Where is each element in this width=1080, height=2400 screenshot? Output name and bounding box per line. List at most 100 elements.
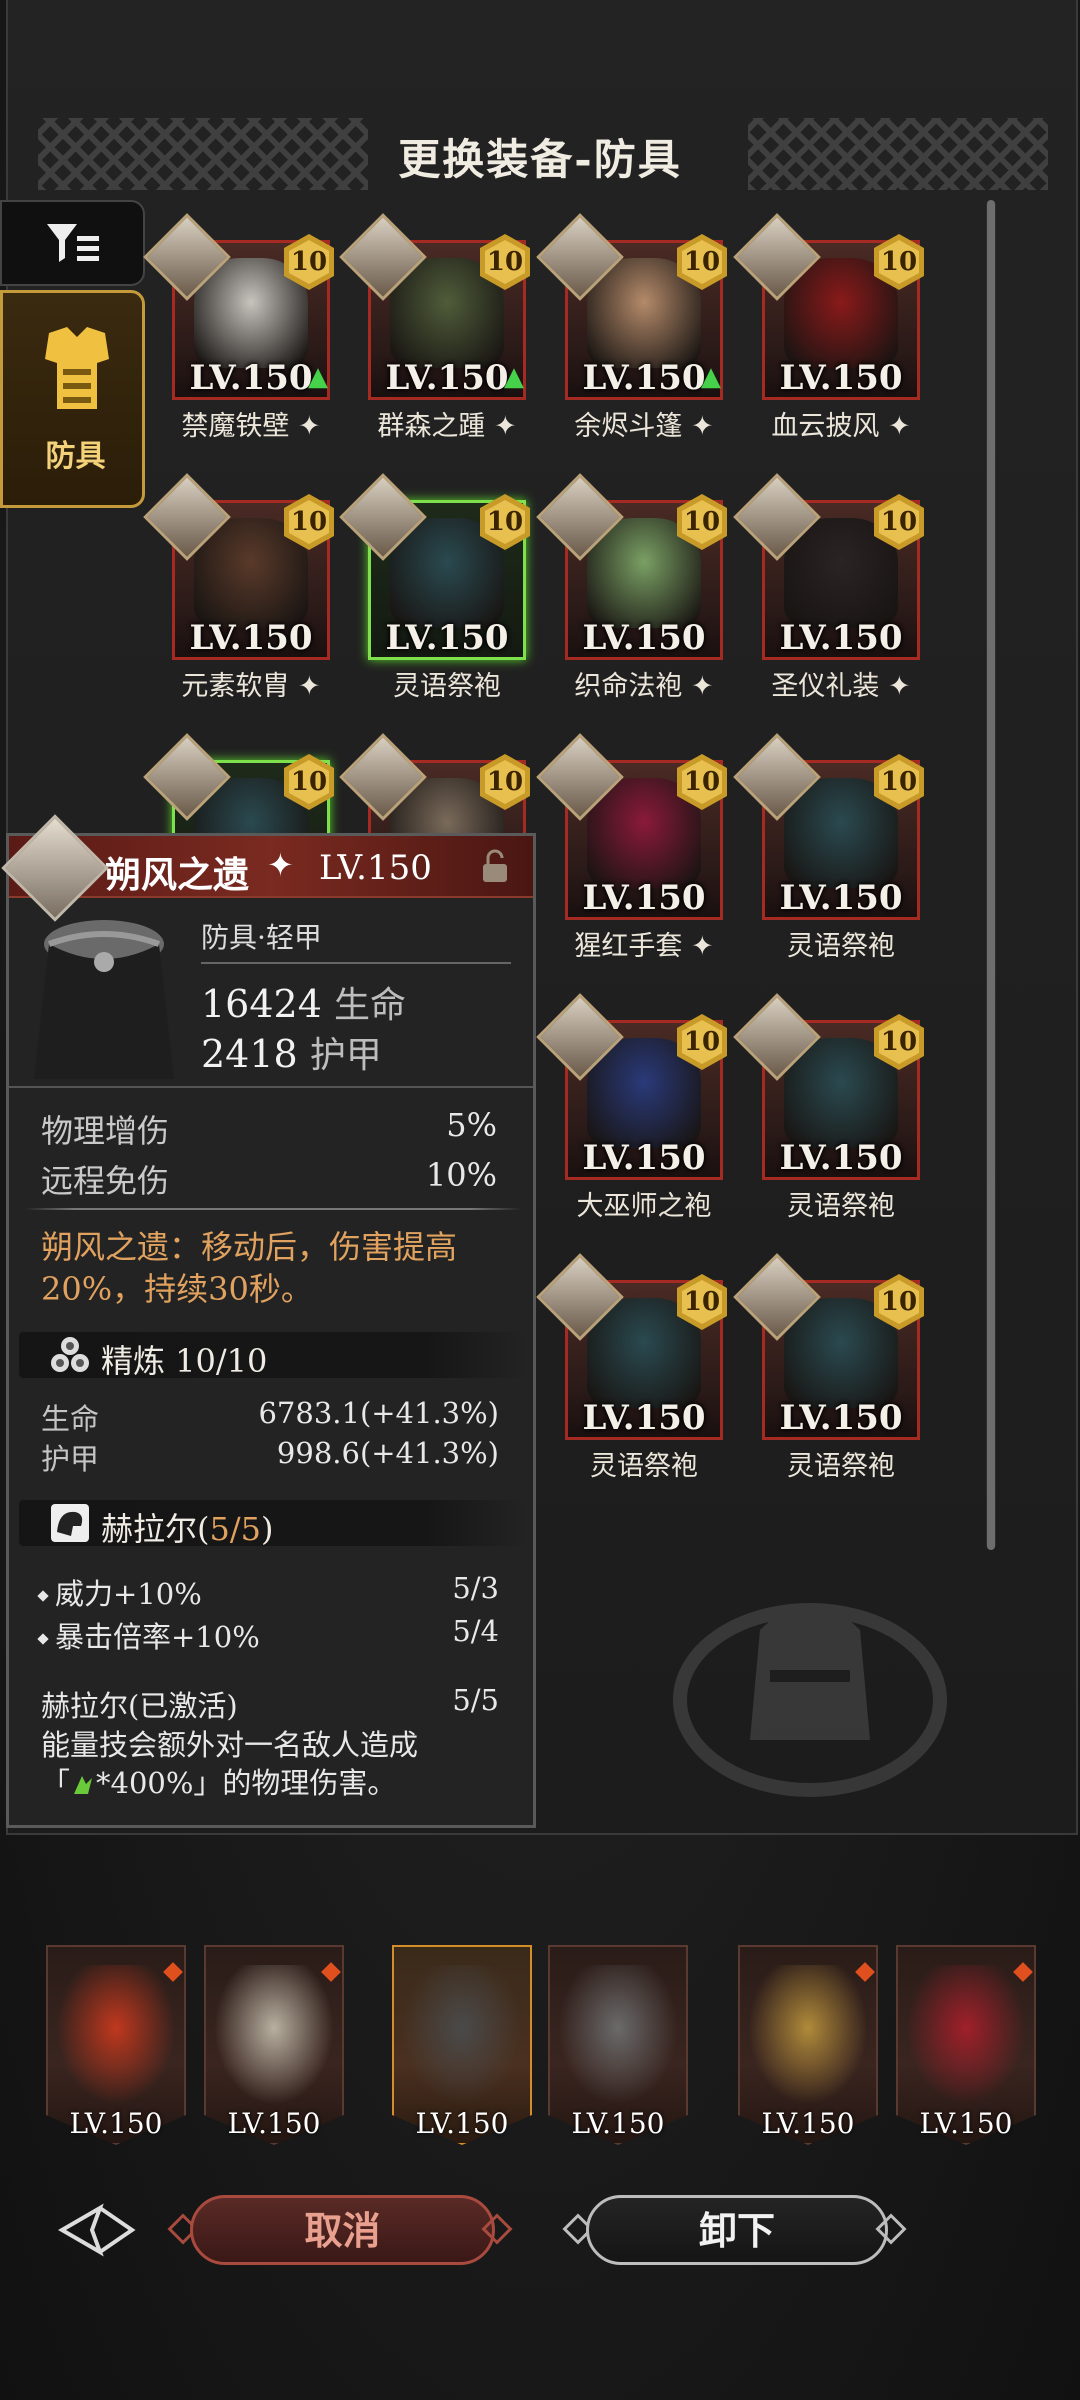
- refine-level-value: 10: [682, 500, 722, 544]
- item-name: 灵语祭袍: [742, 1184, 940, 1223]
- stat-hp: 16424 生命: [201, 976, 406, 1028]
- set-active-description: 能量技会额外对一名敌人造成 「 *400%」的物理伤害。: [41, 1726, 511, 1802]
- equipped-slot[interactable]: LV.150: [548, 1945, 688, 2145]
- equipped-slot[interactable]: LV.150: [738, 1945, 878, 2145]
- refine-level-value: 10: [682, 1020, 722, 1064]
- page-title: 更换装备-防具: [398, 135, 682, 184]
- item-level: LV.150: [582, 618, 706, 658]
- scrollbar[interactable]: [986, 200, 996, 1550]
- item-name: 织命法袍 ✦: [545, 664, 743, 703]
- stat-armor-unit: 护甲: [309, 1035, 382, 1076]
- divider: [9, 1086, 533, 1088]
- armor-item-slot[interactable]: 10 LV.150 圣仪礼装 ✦: [733, 473, 924, 702]
- item-name-text: 群森之踵: [377, 411, 486, 442]
- equipped-item-image: [56, 1965, 176, 2105]
- item-name: 禁魔铁壁 ✦: [152, 404, 350, 443]
- armor-item-slot[interactable]: 10 LV.150 织命法袍 ✦: [536, 473, 727, 702]
- item-name: 大巫师之袍: [545, 1184, 743, 1223]
- item-name-text: 猩红手套: [574, 931, 683, 962]
- armor-item-slot[interactable]: 10 LV.150 灵语祭袍: [733, 733, 924, 962]
- item-name-text: 织命法袍: [574, 671, 683, 702]
- star-icon: ✦: [682, 671, 714, 702]
- armor-item-slot[interactable]: 10 LV.150 灵语祭袍: [733, 993, 924, 1222]
- refine-level-value: 10: [289, 240, 329, 284]
- substat-value: 5%: [446, 1106, 497, 1144]
- item-level: LV.150: [582, 1138, 706, 1178]
- refine-level-value: 10: [682, 240, 722, 284]
- refine-level-value: 10: [485, 500, 525, 544]
- refine-level-value: 10: [485, 240, 525, 284]
- item-level: LV.150: [189, 358, 313, 398]
- star-icon: ✦: [682, 931, 714, 962]
- equipped-slot[interactable]: LV.150: [392, 1945, 532, 2145]
- item-name: 圣仪礼装 ✦: [742, 664, 940, 703]
- refine-section-header: 精炼 10/10: [19, 1332, 527, 1380]
- item-name-text: 余烬斗篷: [574, 411, 683, 442]
- item-level: LV.150: [582, 878, 706, 918]
- item-effect-text: 朔风之遗：移动后，伤害提高20%，持续30秒。: [41, 1228, 458, 1308]
- item-name-text: 灵语祭袍: [393, 671, 501, 702]
- armor-icon: [45, 327, 109, 409]
- stat-armor: 2418 护甲: [201, 1026, 382, 1078]
- filter-tab[interactable]: [0, 200, 145, 286]
- armor-item-slot[interactable]: 10 LV.150 血云披风 ✦: [733, 213, 924, 442]
- refine-icon: [51, 1337, 89, 1372]
- armor-item-slot[interactable]: 10 LV.150 大巫师之袍: [536, 993, 727, 1222]
- item-name: 灵语祭袍: [742, 1444, 940, 1483]
- refine-title: 精炼 10/10: [101, 1342, 268, 1380]
- stat-hp-value: 16424: [201, 982, 322, 1026]
- helmet-emblem-icon: [673, 1603, 947, 1797]
- armor-item-slot[interactable]: 10 LV.150 灵语祭袍: [339, 473, 530, 702]
- equipped-slot[interactable]: LV.150: [896, 1945, 1036, 2145]
- armor-item-slot[interactable]: 10 LV.150 猩红手套 ✦: [536, 733, 727, 962]
- back-icon[interactable]: [58, 2200, 138, 2260]
- set-hero-icon: [51, 1504, 89, 1542]
- filter-icon: [46, 224, 99, 262]
- item-name-text: 大巫师之袍: [576, 1191, 712, 1222]
- tab-armor[interactable]: 防具: [0, 290, 145, 508]
- armor-item-slot[interactable]: 10 LV.150 ▲ 余烬斗篷 ✦: [536, 213, 727, 442]
- equipped-slot[interactable]: LV.150: [204, 1945, 344, 2145]
- armor-item-slot[interactable]: 10 LV.150 ▲ 禁魔铁壁 ✦: [143, 213, 334, 442]
- armor-item-slot[interactable]: 10 LV.150 灵语祭袍: [536, 1253, 727, 1482]
- item-name-text: 血云披风: [771, 411, 880, 442]
- refine-level-value: 10: [879, 240, 919, 284]
- divider: [201, 962, 511, 964]
- refine-level-value: 10: [682, 1280, 722, 1324]
- set-section-header: 赫拉尔(5/5): [19, 1500, 527, 1548]
- substat-label: 远程免伤: [41, 1162, 170, 1200]
- upgrade-arrow-icon: ▲: [308, 362, 328, 392]
- refine-level-value: 10: [485, 760, 525, 804]
- refine-value: 998.6(+41.3%): [276, 1436, 499, 1470]
- set-desc-line1: 能量技会额外对一名敌人造成: [41, 1728, 419, 1762]
- item-level: LV.150: [779, 878, 903, 918]
- page: 更换装备-防具 防具 10 LV.150 ▲ 禁魔铁壁 ✦ 10 LV.150 ▲ 群森之踵 …: [0, 0, 1080, 2400]
- unequip-button[interactable]: 卸下: [586, 2195, 888, 2265]
- equipped-level: LV.150: [571, 2107, 665, 2140]
- refine-level-value: 10: [289, 500, 329, 544]
- set-active-label: 赫拉尔(已激活): [41, 1689, 238, 1723]
- scrollbar-thumb[interactable]: [987, 200, 995, 1550]
- equipped-level: LV.150: [227, 2107, 321, 2140]
- item-name-text: 元素软胄: [181, 671, 290, 702]
- item-name: 灵语祭袍: [545, 1444, 743, 1483]
- refine-level-value: 10: [879, 500, 919, 544]
- cancel-button[interactable]: 取消: [190, 2195, 495, 2265]
- item-level: LV.150: [779, 1138, 903, 1178]
- item-name-text: 灵语祭袍: [787, 1451, 895, 1482]
- equipped-level: LV.150: [761, 2107, 855, 2140]
- star-icon: ✦: [289, 671, 321, 702]
- fur-cloak-image: [34, 920, 174, 1079]
- item-name: 灵语祭袍: [348, 664, 546, 703]
- detail-item-level: LV.150: [319, 848, 432, 888]
- equipped-slot[interactable]: LV.150: [46, 1945, 186, 2145]
- armor-item-slot[interactable]: 10 LV.150 灵语祭袍: [733, 1253, 924, 1482]
- item-level: LV.150: [582, 358, 706, 398]
- item-name-text: 灵语祭袍: [590, 1451, 698, 1482]
- substat-value: 10%: [425, 1156, 497, 1194]
- armor-item-slot[interactable]: 10 LV.150 元素软胄 ✦: [143, 473, 334, 702]
- item-name: 元素软胄 ✦: [152, 664, 350, 703]
- unlock-icon[interactable]: [477, 848, 513, 884]
- set-bonus-value: 5/4: [452, 1614, 499, 1648]
- armor-item-slot[interactable]: 10 LV.150 ▲ 群森之踵 ✦: [339, 213, 530, 442]
